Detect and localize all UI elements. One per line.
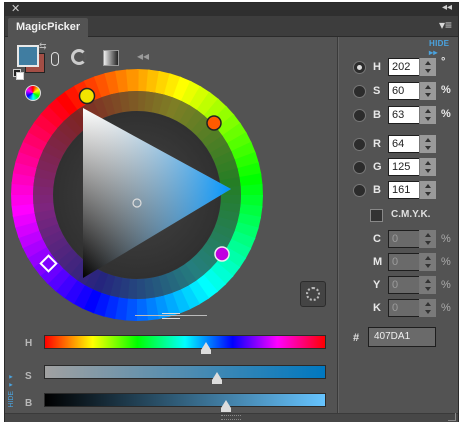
- g-stepper[interactable]: [419, 158, 436, 176]
- radio-r[interactable]: [353, 138, 366, 151]
- label-c: C: [373, 233, 381, 245]
- m-stepper[interactable]: [419, 253, 436, 271]
- collapse-icon[interactable]: ◂◂: [442, 2, 452, 13]
- radio-h[interactable]: [353, 61, 366, 74]
- hide-button[interactable]: HIDE ▸▸: [429, 39, 458, 57]
- resize-handle[interactable]: [448, 413, 456, 421]
- slider-s-label: S: [25, 371, 32, 382]
- ring-segment: [33, 193, 54, 205]
- k-stepper[interactable]: [419, 299, 436, 317]
- m-unit: %: [441, 256, 451, 268]
- label-k: K: [373, 302, 381, 314]
- panel-titlebar: ✕ ◂◂: [5, 2, 458, 16]
- ring-segment: [135, 298, 148, 321]
- close-icon[interactable]: ✕: [11, 2, 20, 15]
- radio-rgb-b[interactable]: [353, 184, 366, 197]
- slider-b-label: B: [25, 398, 33, 409]
- label-m: M: [373, 256, 383, 268]
- panel-menu-icon[interactable]: ▾≡: [439, 18, 452, 32]
- hex-input[interactable]: 407DA1: [368, 327, 436, 347]
- saturation-slider-thumb[interactable]: [212, 372, 223, 384]
- s-stepper[interactable]: [419, 82, 436, 100]
- r-stepper[interactable]: [419, 135, 436, 153]
- h-stepper[interactable]: [419, 58, 436, 76]
- tab-bar: MagicPicker ▾≡: [5, 16, 458, 37]
- y-stepper[interactable]: [419, 276, 436, 294]
- b-stepper[interactable]: [419, 106, 436, 124]
- hue-slider[interactable]: [44, 335, 326, 349]
- ring-segment: [240, 184, 263, 197]
- brightness-slider[interactable]: [44, 393, 326, 407]
- ring-segment: [135, 278, 147, 299]
- slider-h-label: H: [25, 338, 33, 349]
- b-unit: %: [441, 108, 451, 120]
- label-g: G: [373, 161, 382, 173]
- hue-slider-thumb[interactable]: [201, 342, 212, 354]
- brightness-slider-thumb[interactable]: [220, 400, 231, 412]
- h-unit: °: [441, 56, 446, 68]
- label-r: R: [373, 138, 381, 150]
- harmony-marker-yellow[interactable]: [78, 87, 96, 105]
- panel-content: ⇆ ◂◂ H S B HIDE ◂◂ HIDE ▸▸ H 202 ° S 60 …: [5, 37, 458, 413]
- cmyk-checkbox[interactable]: [370, 209, 383, 222]
- harmony-marker-orange[interactable]: [206, 115, 222, 131]
- label-rgb-b: B: [373, 184, 381, 196]
- sliders-hide-toggle[interactable]: HIDE ◂◂: [8, 373, 16, 408]
- target-icon: [306, 287, 320, 301]
- panel-grip[interactable]: [221, 415, 241, 420]
- color-wheel[interactable]: [5, 37, 337, 337]
- radio-s[interactable]: [353, 85, 366, 98]
- radio-g[interactable]: [353, 161, 366, 174]
- label-s: S: [373, 85, 381, 97]
- hex-label: #: [353, 332, 360, 344]
- radio-b[interactable]: [353, 109, 366, 122]
- y-unit: %: [441, 279, 451, 291]
- label-h: H: [373, 61, 381, 73]
- k-unit: %: [441, 302, 451, 314]
- c-stepper[interactable]: [419, 230, 436, 248]
- c-unit: %: [441, 233, 451, 245]
- tab-magicpicker[interactable]: MagicPicker: [8, 18, 89, 37]
- label-y: Y: [373, 279, 381, 291]
- magicpicker-panel: ✕ ◂◂ MagicPicker ▾≡ ⇆ ◂◂ H S B HIDE ◂◂ H…: [4, 2, 459, 422]
- harmony-marker-magenta[interactable]: [214, 246, 230, 262]
- ring-segment: [127, 91, 139, 112]
- rgb-b-stepper[interactable]: [419, 181, 436, 199]
- saturation-slider[interactable]: [44, 365, 326, 379]
- label-b: B: [373, 109, 381, 121]
- ring-segment: [126, 69, 139, 92]
- panel-divider: [337, 37, 339, 413]
- cmyk-label: C.M.Y.K.: [391, 209, 431, 220]
- panel-bottom-bar: [5, 413, 458, 422]
- target-button[interactable]: [300, 281, 326, 307]
- s-unit: %: [441, 84, 451, 96]
- wheel-divider-handle[interactable]: [162, 313, 180, 319]
- ring-segment: [11, 193, 34, 206]
